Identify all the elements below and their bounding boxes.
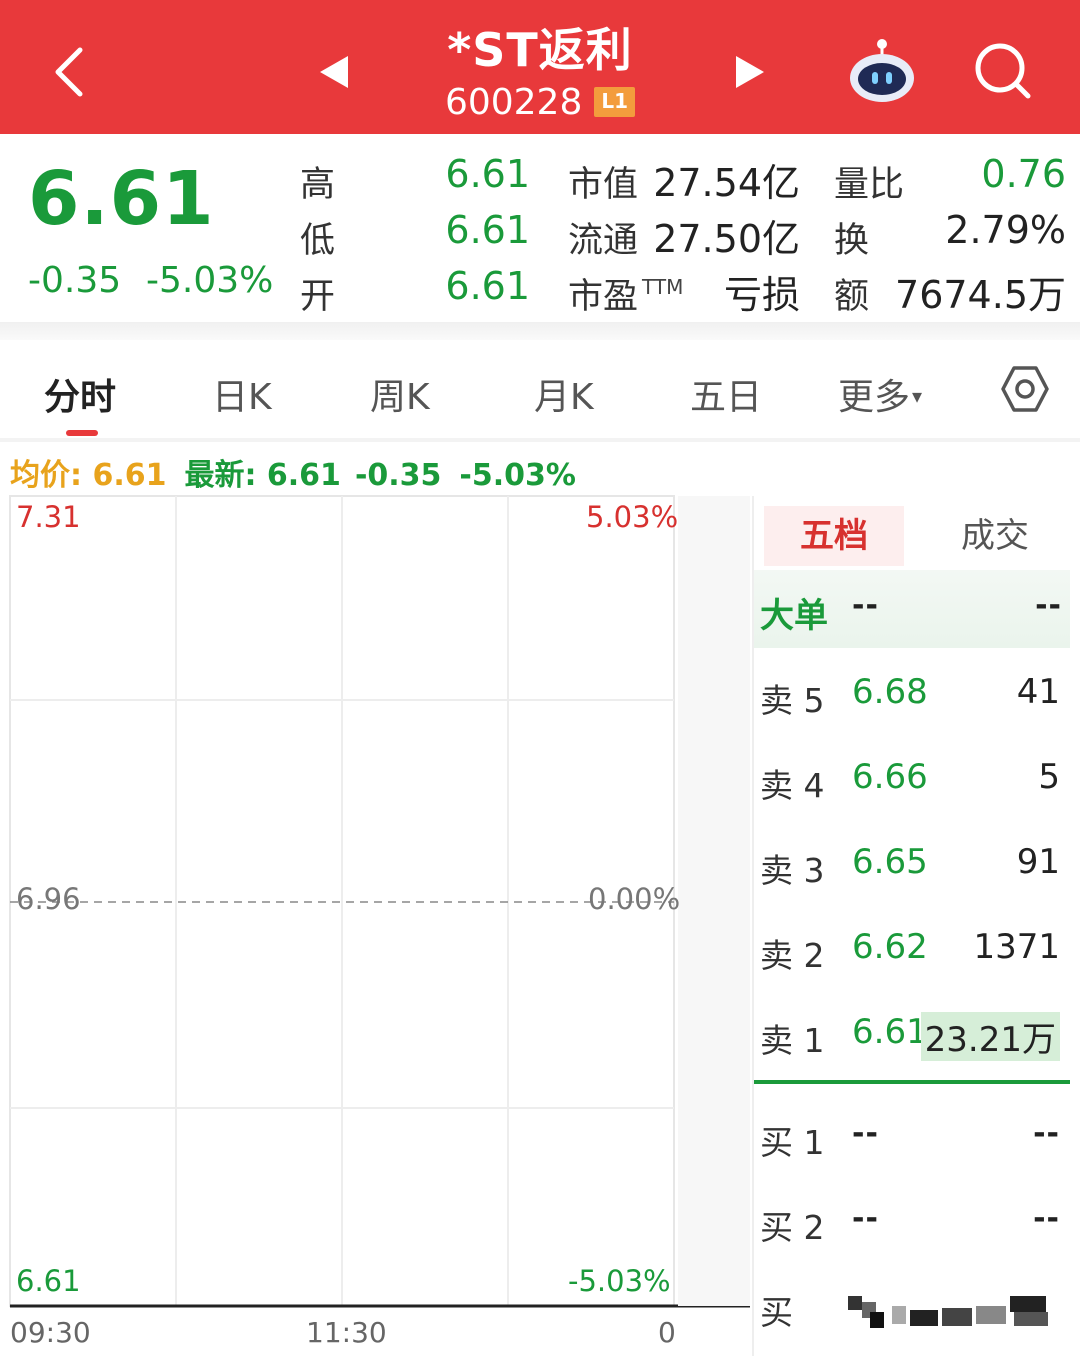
pct-axis-top: 5.03% [586,500,679,534]
volratio-value: 0.76 [981,152,1066,196]
open-value: 6.61 [445,264,530,308]
ask-volume: 5 [1038,757,1060,797]
legend-change-pct: -5.03% [459,458,576,493]
ask-label: 卖 3 [760,851,825,890]
bid-label: 买 [760,1293,793,1332]
mktcap-value: 27.54亿 [653,161,800,205]
pe-label: 市盈 TTM [568,275,684,317]
chart-legend: 均价: 6.61 最新: 6.61 -0.35 -5.03% [10,450,576,494]
quote-panel: 6.61 -0.35 -5.03% 高 低 开 6.61 6.61 6.61 市… [0,134,1080,326]
top-bar: *ST返利 600228 L1 [0,0,1080,134]
bid-label: 买 2 [760,1208,825,1247]
ask-volume: 1371 [973,927,1060,967]
chart-side-gap [678,496,750,1306]
bid-ask-divider [754,1080,1070,1084]
latest-price-legend: 最新: 6.61 [184,458,341,493]
time-start: 09:30 [10,1316,91,1349]
mktcap-label: 市值 [568,165,639,205]
big-order-value-a: -- [852,588,879,623]
ask-price: 6.61 [852,1012,928,1052]
tabs-divider [0,438,1080,442]
ask-price: 6.66 [852,757,928,797]
active-tab-indicator [66,430,98,436]
tab-five-day[interactable]: 五日 [690,368,762,420]
float-label: 流通 [568,221,639,261]
tab-monthly-k[interactable]: 月K [534,368,594,420]
amount-label: 额 [834,277,870,317]
turnover-label: 换 [834,221,870,261]
high-value: 6.61 [445,152,530,196]
big-order-row[interactable]: 大单 -- -- [754,570,1070,648]
open-label: 开 [300,277,336,317]
stock-code-line: 600228 L1 [340,80,740,126]
pe-ttm-suffix: TTM [642,275,684,299]
time-end: 0 [658,1316,676,1349]
pct-axis-mid: 0.00% [588,882,681,916]
stock-name: *ST返利 [447,23,633,77]
ask-price: 6.62 [852,927,928,967]
pe-value: 亏损 [723,273,800,317]
big-order-label: 大单 [760,596,828,636]
chart-tabs: 分时 日K 周K 月K 五日 更多 ▾ [0,340,1080,440]
bid-volume: -- [1033,1201,1060,1236]
back-icon[interactable] [48,44,96,100]
avg-price-legend: 均价: 6.61 [10,458,167,493]
y-axis-bottom: 6.61 [16,1264,81,1298]
bid-price: -- [852,1201,879,1236]
robot-assistant-icon[interactable] [846,36,918,104]
next-stock-icon[interactable] [734,54,766,90]
low-label: 低 [300,221,336,261]
search-icon[interactable] [972,40,1034,102]
tab-daily-k[interactable]: 日K [212,368,272,420]
stock-code: 600228 [444,82,583,123]
settings-icon[interactable] [1000,364,1050,414]
legend-change: -0.35 [354,458,442,493]
price-change: -0.35 [28,260,122,301]
tab-five-levels[interactable]: 五档 [764,506,904,566]
ask-label: 卖 5 [760,681,825,720]
ask-price: 6.68 [852,672,928,712]
ask-volume: 91 [1016,842,1060,882]
level-badge: L1 [594,87,636,117]
tab-weekly-k[interactable]: 周K [370,368,430,420]
ask-label: 卖 4 [760,766,825,805]
intraday-chart[interactable] [0,490,750,1356]
last-price: 6.61 [28,156,215,242]
chevron-down-icon: ▾ [912,384,923,408]
turnover-value: 2.79% [945,208,1066,252]
high-label: 高 [300,165,336,205]
section-divider [0,322,1080,340]
volratio-label: 量比 [834,165,905,205]
ask-label: 卖 2 [760,936,825,975]
tab-trades[interactable]: 成交 [920,506,1070,566]
bid-volume: -- [1033,1116,1060,1151]
price-change-pct: -5.03% [146,260,274,301]
time-mid: 11:30 [306,1316,387,1349]
bid-price: -- [852,1116,879,1151]
y-axis-mid: 6.96 [16,882,81,916]
pct-axis-bottom: -5.03% [568,1264,671,1298]
pixelated-obscured-area [848,1296,1048,1328]
bid-label: 买 1 [760,1123,825,1162]
ask-label: 卖 1 [760,1021,825,1060]
big-order-value-b: -- [1035,588,1062,623]
order-book: 五档 成交 大单 -- -- 卖 5 6.68 41 卖 4 6.66 5 卖 … [752,496,1070,1356]
y-axis-top: 7.31 [16,500,81,534]
amount-value: 7674.5万 [895,273,1066,317]
float-value: 27.50亿 [653,217,800,261]
tab-more[interactable]: 更多 ▾ [838,368,922,420]
tab-intraday[interactable]: 分时 [44,368,116,420]
ask-price: 6.65 [852,842,928,882]
low-value: 6.61 [445,208,530,252]
ask-volume-highlight: 23.21万 [920,1012,1060,1061]
ask-volume: 41 [1016,672,1060,712]
